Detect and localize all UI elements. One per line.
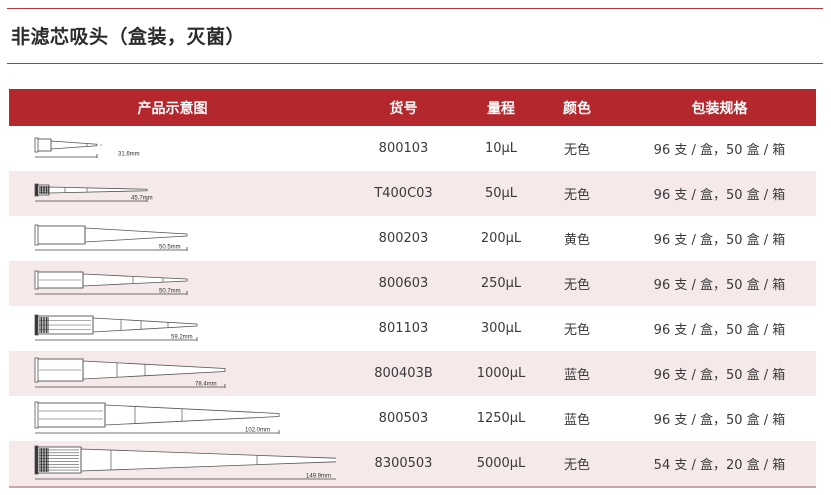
- product-code: 801103: [378, 321, 429, 336]
- header-package: 包装规格: [691, 100, 748, 117]
- tip-diagram: 31.6mm: [9, 126, 336, 171]
- table-row: 149.9mm 8300503 5000μL 无色 54 支 / 盒，20 盒 …: [9, 441, 816, 488]
- table-row: 50.5mm 800203 200μL 黄色 96 支 / 盒，50 盒 / 箱: [9, 216, 816, 261]
- table-header: 产品示意图 货号 量程 颜色 包装规格: [9, 89, 816, 126]
- tip-diagram: 102.0mm: [9, 396, 336, 441]
- tip-collar: [34, 224, 39, 246]
- product-package: 96 支 / 盒，50 盒 / 箱: [653, 278, 786, 293]
- product-color: 无色: [563, 458, 590, 473]
- tip-drawing: 149.9mm: [34, 445, 336, 480]
- product-volume: 50μL: [484, 186, 518, 201]
- tip-body: [80, 448, 336, 472]
- tip-diagram: 149.9mm: [9, 441, 336, 486]
- length-label: 149.9mm: [306, 474, 331, 480]
- product-volume: 300μL: [480, 321, 522, 336]
- tip-body: [50, 140, 98, 150]
- tip-collar: [34, 445, 39, 475]
- product-volume: 1250μL: [476, 411, 526, 426]
- product-table: 产品示意图 货号 量程 颜色 包装规格 31.6mm 800103 10μL 无…: [9, 89, 816, 488]
- header-code: 货号: [389, 100, 418, 117]
- product-code: 8300503: [374, 456, 433, 471]
- product-package: 96 支 / 盒，50 盒 / 箱: [653, 368, 786, 383]
- tip-diagram: 78.4mm: [9, 351, 336, 396]
- tip-diagram: 50.5mm: [9, 216, 336, 261]
- length-label: 78.4mm: [195, 382, 217, 388]
- table-row: 45.7mm T400C03 50μL 无色 96 支 / 盒，50 盒 / 箱: [9, 171, 816, 216]
- product-color: 无色: [563, 143, 590, 158]
- tip-diagram: 45.7mm: [9, 171, 336, 216]
- tip-body: [48, 186, 148, 194]
- tip-drawing: 59.2mm: [34, 314, 198, 341]
- product-code: 800503: [378, 411, 429, 426]
- tip-drawing: 45.7mm: [34, 183, 153, 202]
- tip-drawing: 50.5mm: [34, 224, 188, 251]
- product-color: 无色: [563, 278, 590, 293]
- table-row: 78.4mm 800403B 1000μL 蓝色 96 支 / 盒，50 盒 /…: [9, 351, 816, 396]
- top-rule: [7, 8, 823, 9]
- tip-drawing: 102.0mm: [34, 401, 280, 434]
- tip-body: [104, 404, 280, 426]
- tip-hub: [36, 225, 86, 245]
- length-label: 50.5mm: [159, 245, 181, 251]
- length-label: 45.7mm: [131, 196, 153, 202]
- table-row: 102.0mm 800503 1250μL 蓝色 96 支 / 盒，50 盒 /…: [9, 396, 816, 441]
- header-color: 颜色: [563, 100, 591, 117]
- product-package: 54 支 / 盒，20 盒 / 箱: [653, 458, 786, 473]
- product-color: 无色: [563, 323, 590, 338]
- header-image: 产品示意图: [137, 100, 208, 117]
- table-row: 59.2mm 801103 300μL 无色 96 支 / 盒，50 盒 / 箱: [9, 306, 816, 351]
- table-row: 50.7mm 800603 250μL 无色 96 支 / 盒，50 盒 / 箱: [9, 261, 816, 306]
- product-code: 800203: [378, 231, 429, 246]
- tip-drawing: 78.4mm: [34, 357, 226, 388]
- tip-drawing: 31.6mm: [34, 137, 140, 158]
- product-volume: 5000μL: [476, 456, 526, 471]
- tip-collar: [34, 314, 39, 336]
- length-label: 50.7mm: [159, 289, 181, 295]
- tip-collar: [34, 183, 39, 197]
- tip-diagram: 50.7mm: [9, 261, 336, 306]
- product-color: 无色: [563, 188, 590, 203]
- product-code: T400C03: [374, 186, 433, 201]
- product-code: 800603: [378, 276, 429, 291]
- product-color: 蓝色: [563, 413, 590, 428]
- tip-collar: [34, 270, 39, 290]
- product-volume: 10μL: [484, 141, 518, 156]
- tip-body: [82, 360, 226, 380]
- tip-hub: [36, 138, 52, 152]
- product-volume: 1000μL: [476, 366, 526, 381]
- product-package: 96 支 / 盒，50 盒 / 箱: [653, 323, 786, 338]
- product-package: 96 支 / 盒，50 盒 / 箱: [653, 413, 786, 428]
- product-volume: 250μL: [480, 276, 522, 291]
- tip-collar: [34, 401, 39, 429]
- product-package: 96 支 / 盒，50 盒 / 箱: [653, 233, 786, 248]
- product-volume: 200μL: [480, 231, 522, 246]
- length-label: 102.0mm: [245, 428, 270, 434]
- length-label: 59.2mm: [171, 335, 193, 341]
- header-volume: 量程: [487, 100, 515, 117]
- tip-body: [82, 273, 188, 287]
- tip-collar: [34, 137, 39, 153]
- tip-drawing: 50.7mm: [34, 270, 188, 295]
- page-title: 非滤芯吸头（盒装，灭菌）: [11, 26, 246, 48]
- product-package: 96 支 / 盒，50 盒 / 箱: [653, 188, 786, 203]
- product-color: 黄色: [563, 233, 590, 248]
- product-code: 800403B: [374, 366, 433, 381]
- tip-diagram: 59.2mm: [9, 306, 336, 351]
- tip-body: [92, 317, 198, 333]
- tip-hub: [36, 402, 106, 428]
- table-row: 31.6mm 800103 10μL 无色 96 支 / 盒，50 盒 / 箱: [9, 126, 816, 171]
- length-label: 31.6mm: [118, 152, 140, 158]
- title-rule: [7, 63, 823, 64]
- product-code: 800103: [378, 141, 429, 156]
- tip-collar: [34, 357, 39, 383]
- product-color: 蓝色: [563, 368, 590, 383]
- product-package: 96 支 / 盒，50 盒 / 箱: [653, 143, 786, 158]
- tip-body: [84, 227, 188, 243]
